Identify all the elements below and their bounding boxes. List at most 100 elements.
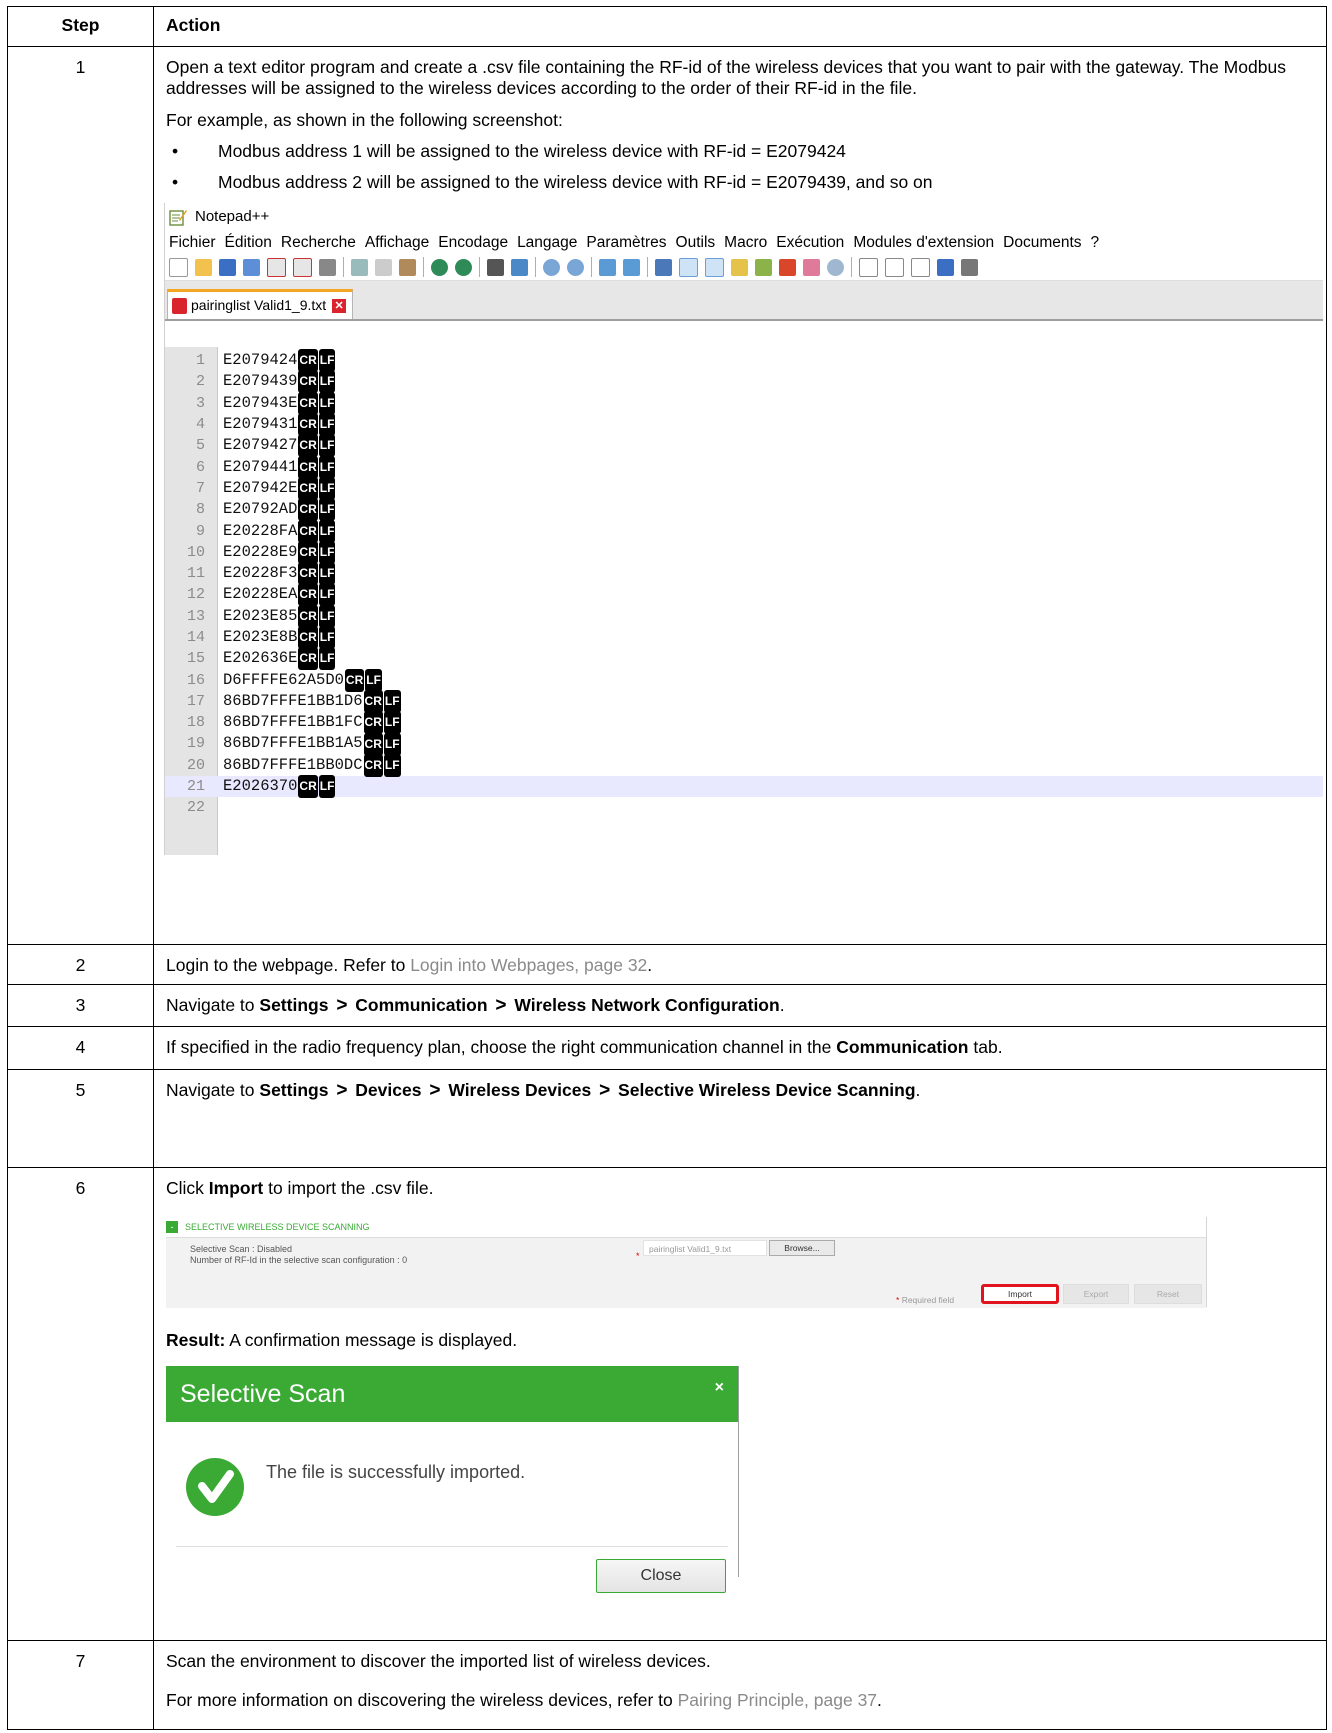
menu-item[interactable]: Fichier [169,232,216,253]
paste-icon[interactable] [399,258,416,276]
menu-item[interactable]: Outils [676,232,716,253]
menu-item[interactable]: Affichage [365,232,429,253]
editor-line[interactable]: 18 86BD7FFFE1BB1FC CR LF [165,711,1323,735]
zoom-out-icon[interactable] [567,258,584,276]
editor-line[interactable]: 19 86BD7FFFE1BB1A5 CR LF [165,732,1323,756]
menu-item[interactable]: Modules d'extension [853,232,994,253]
line-number: 15 [186,650,205,668]
import-button[interactable]: Import [981,1284,1059,1304]
lf-marker: LF [365,668,382,692]
editor-line[interactable]: 21 E2026370 CR LF [165,775,1323,799]
open-file-icon[interactable] [195,258,212,276]
tab-label: pairinglist Valid1_9.txt [191,297,327,313]
editor-line[interactable]: 10 E20228E9 CR LF [165,540,1323,564]
menu-item[interactable]: Exécution [776,232,844,253]
editor-line[interactable]: 3 E207943E CR LF [165,391,1323,415]
play-macro-icon[interactable] [911,257,930,277]
lf-marker: LF [383,732,401,756]
table-row: 1 Open a text editor program and create … [7,46,1327,945]
indent-guide-icon[interactable] [705,257,724,277]
export-button[interactable]: Export [1063,1284,1129,1304]
file-path-input[interactable]: pairinglist Valid1_9.txt [643,1240,767,1256]
editor-line[interactable]: 20 86BD7FFFE1BB0DC CR LF [165,753,1323,777]
menu-item[interactable]: Macro [724,232,767,253]
replace-icon[interactable] [511,258,528,276]
zoom-in-icon[interactable] [543,258,560,276]
close-button[interactable]: Close [596,1559,726,1593]
monitoring-icon[interactable] [803,258,820,276]
table-row: 5 Navigate to Settings > Devices > Wirel… [7,1069,1327,1168]
menu-item[interactable]: Encodage [438,232,508,253]
step-number: 5 [7,1069,154,1168]
run-multiple-macro-icon[interactable] [937,258,954,276]
menu-item[interactable]: Documents [1003,232,1081,253]
editor-line[interactable]: 13 E2023E85 CR LF [165,604,1323,628]
doc-map-icon[interactable] [731,258,748,276]
success-check-icon [186,1458,244,1516]
sync-vertical-icon[interactable] [599,258,616,276]
redo-icon[interactable] [455,258,472,276]
editor-line[interactable]: 1 E2079424 CR LF [165,349,1323,373]
sync-horizontal-icon[interactable] [623,258,640,276]
steps-table: Step Action 1 Open a text editor program… [7,6,1327,1730]
save-icon[interactable] [219,258,236,276]
new-file-icon[interactable] [169,257,188,277]
print-icon[interactable] [319,258,336,276]
menu-item[interactable]: ? [1091,232,1100,253]
save-all-icon[interactable] [243,258,260,276]
menu-item[interactable]: Recherche [281,232,356,253]
editor-line[interactable]: 12 E20228EA CR LF [165,583,1323,607]
save-macro-icon[interactable] [961,258,978,276]
browse-button[interactable]: Browse... [769,1240,835,1256]
find-icon[interactable] [487,258,504,276]
editor-line[interactable]: 4 E2079431 CR LF [165,413,1323,437]
eye-icon[interactable] [827,258,844,276]
pairing-principle-link[interactable]: Pairing Principle, page 37 [678,1690,877,1710]
editor-line[interactable]: 14 E2023E8B CR LF [165,626,1323,650]
notepad-menubar: Fichier Édition Recherche Affichage Enco… [165,230,1323,254]
menu-item[interactable]: Paramètres [586,232,666,253]
lf-marker: LF [318,647,336,671]
cr-marker: CR [298,775,318,799]
show-all-chars-icon[interactable] [679,257,698,277]
step-action: Navigate to Settings > Devices > Wireles… [153,1069,1327,1168]
record-macro-icon[interactable] [859,257,878,277]
close-icon[interactable]: × [715,1377,724,1398]
login-link[interactable]: Login into Webpages, page 32 [410,955,647,975]
cut-icon[interactable] [351,258,368,276]
line-text: E20228F3 [223,564,298,583]
copy-icon[interactable] [375,258,392,276]
editor-line[interactable]: 7 E207942E CR LF [165,476,1323,500]
stop-macro-icon[interactable] [885,257,904,277]
notepad-editor[interactable]: 1 E2079424 CR LF 2 E2079439 CR LF 3 E207943E CR LF 4… [165,347,1323,855]
reset-button[interactable]: Reset [1134,1284,1202,1304]
collapse-icon[interactable]: - [166,1221,178,1233]
close-all-icon[interactable] [293,257,312,277]
close-file-icon[interactable] [267,257,286,277]
folder-workspace-icon[interactable] [779,258,796,276]
menu-item[interactable]: Édition [225,232,272,253]
close-tab-icon[interactable]: ✕ [332,298,347,313]
path-separator: > [336,1080,348,1101]
nav-path-item: Settings [259,995,329,1015]
editor-line[interactable]: 2 E2079439 CR LF [165,370,1323,394]
undo-icon[interactable] [431,258,448,276]
editor-line[interactable]: 6 E2079441 CR LF [165,455,1323,479]
editor-line[interactable]: 11 E20228F3 CR LF [165,562,1323,586]
editor-line[interactable]: 15 E202636E CR LF [165,647,1323,671]
tab-pairinglist[interactable]: pairinglist Valid1_9.txt ✕ [167,289,354,319]
editor-line[interactable]: 9 E20228FA CR LF [165,519,1323,543]
cr-marker: CR [298,476,318,500]
function-list-icon[interactable] [755,258,772,276]
editor-line[interactable]: 17 86BD7FFFE1BB1D6 CR LF [165,689,1323,713]
line-number: 2 [195,373,205,391]
menu-item[interactable]: Langage [517,232,577,253]
lf-marker: LF [318,476,336,500]
line-number: 14 [186,629,205,646]
editor-line[interactable]: 16 D6FFFFE62A5D0 CR LF [165,668,1323,692]
word-wrap-icon[interactable] [655,258,672,276]
editor-line[interactable]: 22 [165,797,1323,818]
step-number: 6 [7,1167,154,1641]
editor-line[interactable]: 8 E20792AD CR LF [165,498,1323,522]
editor-line[interactable]: 5 E2079427 CR LF [165,434,1323,458]
